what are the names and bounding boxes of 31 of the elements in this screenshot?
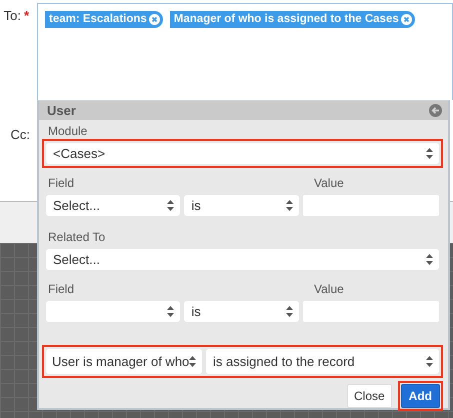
sort-arrows-icon <box>286 306 293 317</box>
sort-arrows-icon <box>286 200 293 211</box>
field-label: Related To <box>47 230 106 245</box>
close-button[interactable]: Close <box>346 384 392 408</box>
field-label: Cc: <box>10 127 30 142</box>
field-label: Module <box>47 124 88 139</box>
field-label: Field <box>47 282 76 297</box>
dropdown[interactable]: Select... <box>46 249 439 270</box>
sort-arrows-icon <box>167 200 174 211</box>
sort-arrows-icon <box>189 356 196 367</box>
back-arrow-icon <box>429 104 442 117</box>
sort-arrows-icon <box>167 306 174 317</box>
sort-arrows-icon <box>426 148 433 159</box>
close-icon <box>400 14 412 24</box>
add-button[interactable]: Add <box>400 384 440 408</box>
dropdown[interactable]: User is manager of who <box>46 349 202 374</box>
dropdown[interactable]: Select... <box>46 195 180 216</box>
field-label: Value <box>313 282 344 297</box>
field-label: Field <box>47 176 76 191</box>
dropdown[interactable]: is <box>184 301 299 322</box>
dropdown[interactable] <box>46 301 180 322</box>
field-label: Value <box>313 176 344 191</box>
required-mark: * <box>24 8 29 23</box>
sort-arrows-icon <box>426 254 433 265</box>
sort-arrows-icon <box>426 356 433 367</box>
close-icon <box>148 14 160 24</box>
panel-title: User <box>47 103 76 118</box>
dropdown[interactable]: is <box>184 195 299 216</box>
dropdown[interactable]: <Cases> <box>46 143 439 164</box>
dropdown[interactable]: is assigned to the record <box>206 349 439 374</box>
field-label: To: <box>4 8 21 23</box>
